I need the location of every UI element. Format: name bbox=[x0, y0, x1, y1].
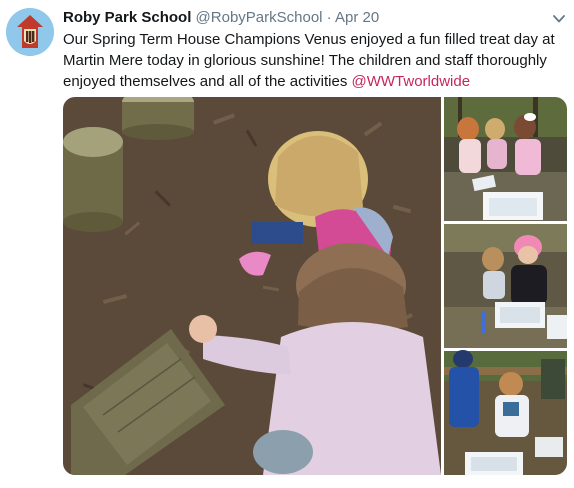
mention-link[interactable]: @WWTworldwide bbox=[352, 73, 471, 90]
chevron-down-icon[interactable] bbox=[551, 12, 567, 26]
photo-top-right[interactable] bbox=[444, 97, 567, 221]
school-crest-logo bbox=[6, 8, 54, 56]
tweet-header: Roby Park School @RobyParkSchool · Apr 2… bbox=[63, 8, 379, 28]
photo-middle-right[interactable] bbox=[444, 224, 567, 348]
tweet-text: Our Spring Term House Champions Venus en… bbox=[63, 29, 563, 92]
photo-grid bbox=[63, 97, 567, 475]
user-handle[interactable]: @RobyParkSchool bbox=[196, 9, 323, 26]
photo-bottom-right[interactable] bbox=[444, 350, 567, 475]
tweet-body: Our Spring Term House Champions Venus en… bbox=[63, 31, 555, 90]
avatar[interactable] bbox=[6, 8, 54, 56]
tweet-card[interactable]: Roby Park School @RobyParkSchool · Apr 2… bbox=[0, 0, 574, 488]
separator-dot: · bbox=[326, 9, 332, 26]
tweet-timestamp[interactable]: Apr 20 bbox=[335, 9, 379, 26]
photo-main[interactable] bbox=[63, 97, 441, 475]
display-name[interactable]: Roby Park School bbox=[63, 9, 191, 26]
